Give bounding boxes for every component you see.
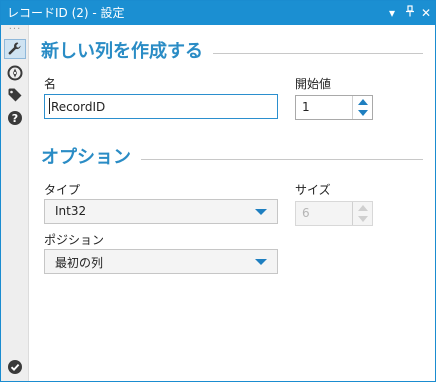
chevron-down-icon bbox=[255, 209, 267, 215]
section-divider bbox=[213, 53, 423, 54]
position-value: 最初の列 bbox=[55, 256, 104, 270]
section-title-new-column: 新しい列を作成する bbox=[41, 41, 203, 62]
arrow-down-icon bbox=[357, 215, 368, 222]
section-header-new-column: 新しい列を作成する bbox=[41, 37, 203, 63]
sidebar-item-configuration[interactable] bbox=[4, 39, 26, 59]
check-circle-icon bbox=[8, 360, 22, 374]
configuration-window: レコードID (2) - 設定 ▾ ✕ ··· ? 新しい列を作成する 名 Re… bbox=[0, 0, 436, 382]
start-value-label: 開始値 bbox=[295, 77, 332, 91]
arrow-up-icon bbox=[357, 204, 368, 211]
menu-chevron-icon[interactable]: ▾ bbox=[385, 3, 399, 23]
drag-handle-dots[interactable]: ··· bbox=[7, 25, 23, 35]
section-title-options: オプション bbox=[41, 147, 131, 168]
type-label: タイプ bbox=[44, 183, 81, 197]
sidebar-item-interface[interactable] bbox=[4, 63, 26, 83]
stepper-arrows bbox=[352, 96, 372, 119]
size-value: 6 bbox=[302, 206, 310, 220]
window-title: レコードID (2) - 設定 bbox=[7, 6, 125, 20]
increment-button bbox=[353, 202, 372, 213]
size-stepper: 6 bbox=[295, 201, 373, 226]
type-dropdown[interactable]: Int32 bbox=[44, 199, 278, 224]
chevron-down-icon bbox=[255, 259, 267, 265]
help-icon: ? bbox=[8, 111, 22, 125]
stepper-arrows bbox=[352, 202, 372, 225]
decrement-button[interactable] bbox=[353, 107, 372, 118]
increment-button[interactable] bbox=[353, 96, 372, 107]
name-label: 名 bbox=[44, 77, 57, 91]
title-bar: レコードID (2) - 設定 ▾ ✕ bbox=[1, 1, 435, 25]
arrow-down-icon bbox=[357, 109, 368, 116]
sidebar-item-annotation[interactable] bbox=[4, 85, 26, 105]
position-label: ポジション bbox=[44, 233, 105, 247]
compass-icon bbox=[7, 65, 23, 81]
sidebar: ··· ? bbox=[1, 25, 29, 381]
size-label: サイズ bbox=[295, 183, 331, 197]
section-divider bbox=[141, 159, 423, 160]
decrement-button bbox=[353, 213, 372, 224]
type-value: Int32 bbox=[55, 204, 87, 218]
svg-text:?: ? bbox=[12, 112, 18, 125]
status-ok bbox=[7, 359, 23, 375]
position-dropdown[interactable]: 最初の列 bbox=[44, 249, 278, 274]
close-icon[interactable]: ✕ bbox=[419, 3, 433, 23]
sidebar-item-help[interactable]: ? bbox=[4, 108, 26, 128]
section-header-options: オプション bbox=[41, 143, 131, 169]
tag-icon bbox=[8, 88, 22, 102]
arrow-up-icon bbox=[357, 98, 368, 105]
wrench-icon bbox=[8, 42, 21, 55]
start-value-stepper[interactable]: 1 bbox=[295, 95, 373, 120]
start-value: 1 bbox=[302, 100, 310, 114]
pin-icon[interactable] bbox=[403, 3, 417, 23]
text-caret bbox=[49, 98, 50, 114]
column-name-input[interactable] bbox=[44, 94, 278, 119]
